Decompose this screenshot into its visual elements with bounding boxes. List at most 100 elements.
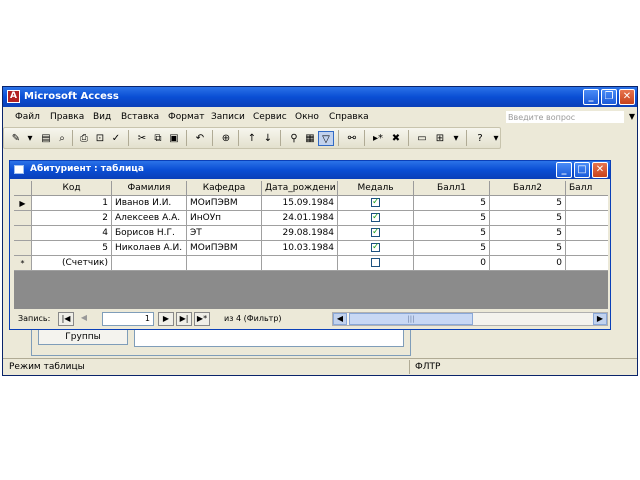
column-header-birthdate[interactable]: Дата_рождени xyxy=(262,181,338,196)
scroll-right-icon[interactable]: ▶ xyxy=(593,313,607,325)
medal-checkbox[interactable] xyxy=(371,241,380,254)
cell-score2[interactable]: 5 xyxy=(490,196,566,211)
find-icon[interactable]: ⚯ xyxy=(344,131,360,146)
cell-score1[interactable]: 0 xyxy=(414,256,490,271)
scroll-left-icon[interactable]: ◀ xyxy=(333,313,347,325)
cell-score3[interactable] xyxy=(566,226,608,241)
column-header-surname[interactable]: Фамилия xyxy=(112,181,187,196)
cell-score2[interactable]: 5 xyxy=(490,211,566,226)
menu-insert[interactable]: Вставка xyxy=(121,112,159,122)
filter-by-form-icon[interactable]: ▦ xyxy=(302,131,318,146)
column-header-score3[interactable]: Балл xyxy=(566,181,608,196)
cut-icon[interactable]: ✂ xyxy=(134,131,150,146)
cell-score1[interactable]: 5 xyxy=(414,211,490,226)
column-header-medal[interactable]: Медаль xyxy=(338,181,414,196)
cell-score2[interactable]: 5 xyxy=(490,241,566,256)
menu-format[interactable]: Формат xyxy=(168,112,205,122)
previous-record-button[interactable]: ◀ xyxy=(76,312,92,326)
new-record-icon[interactable]: ▸* xyxy=(370,131,386,146)
first-record-button[interactable]: |◀ xyxy=(58,312,74,326)
cell-score3[interactable] xyxy=(566,196,608,211)
medal-checkbox[interactable] xyxy=(371,258,380,267)
ask-dropdown-icon[interactable]: ▼ xyxy=(629,112,635,121)
cell-score3[interactable] xyxy=(566,241,608,256)
copy-icon[interactable]: ⧉ xyxy=(150,131,166,146)
last-record-button[interactable]: ▶| xyxy=(176,312,192,326)
next-record-button[interactable]: ▶ xyxy=(158,312,174,326)
cell-birthdate[interactable] xyxy=(262,256,338,271)
menu-window[interactable]: Окно xyxy=(295,112,319,122)
menu-view[interactable]: Вид xyxy=(93,112,111,122)
menu-tools[interactable]: Сервис xyxy=(253,112,287,122)
close-button[interactable]: ✕ xyxy=(619,89,635,105)
cell-score1[interactable]: 5 xyxy=(414,196,490,211)
restore-button[interactable]: ❐ xyxy=(601,89,617,105)
cell-department[interactable]: МОиПЭВМ xyxy=(187,196,262,211)
groups-button[interactable]: Группы xyxy=(38,329,128,345)
paste-icon[interactable]: ▣ xyxy=(166,131,182,146)
table-close-button[interactable]: ✕ xyxy=(592,162,608,178)
cell-birthdate[interactable]: 29.08.1984 xyxy=(262,226,338,241)
database-window-icon[interactable]: ▭ xyxy=(414,131,430,146)
cell-department[interactable]: МОиПЭВМ xyxy=(187,241,262,256)
filter-by-selection-icon[interactable]: ⚲ xyxy=(286,131,302,146)
menu-edit[interactable]: Правка xyxy=(50,112,84,122)
view-dropdown-icon[interactable]: ▾ xyxy=(22,131,38,146)
cell-code-autonumber[interactable]: (Счетчик) xyxy=(32,256,112,271)
save-icon[interactable]: ▤ xyxy=(38,131,54,146)
cell-surname[interactable]: Николаев А.И. xyxy=(112,241,187,256)
row-selector[interactable]: ▶ xyxy=(14,196,32,211)
current-record-input[interactable]: 1 xyxy=(102,312,154,326)
cell-score3[interactable] xyxy=(566,211,608,226)
cell-code[interactable]: 1 xyxy=(32,196,112,211)
cell-code[interactable]: 2 xyxy=(32,211,112,226)
medal-checkbox[interactable] xyxy=(371,196,380,209)
column-header-score2[interactable]: Балл2 xyxy=(490,181,566,196)
cell-score2[interactable]: 0 xyxy=(490,256,566,271)
menu-records[interactable]: Записи xyxy=(211,112,245,122)
cell-surname[interactable] xyxy=(112,256,187,271)
cell-birthdate[interactable]: 10.03.1984 xyxy=(262,241,338,256)
medal-checkbox[interactable] xyxy=(371,211,380,224)
sort-ascending-icon[interactable]: ↑ xyxy=(244,131,260,146)
row-selector[interactable] xyxy=(14,211,32,226)
table-minimize-button[interactable]: _ xyxy=(556,162,572,178)
column-header-score1[interactable]: Балл1 xyxy=(414,181,490,196)
search-file-icon[interactable]: ⌕ xyxy=(54,131,70,146)
new-object-dropdown-icon[interactable]: ▾ xyxy=(448,131,464,146)
cell-birthdate[interactable]: 24.01.1984 xyxy=(262,211,338,226)
help-icon[interactable]: ? xyxy=(472,131,488,146)
new-row-selector[interactable]: * xyxy=(14,256,32,271)
new-object-icon[interactable]: ⊞ xyxy=(432,131,448,146)
cell-department[interactable]: ИнОУп xyxy=(187,211,262,226)
sort-descending-icon[interactable]: ↓ xyxy=(260,131,276,146)
cell-code[interactable]: 4 xyxy=(32,226,112,241)
cell-score2[interactable]: 5 xyxy=(490,226,566,241)
cell-department[interactable]: ЭТ xyxy=(187,226,262,241)
toolbar-options-icon[interactable]: ▾ xyxy=(488,131,504,146)
cell-birthdate[interactable]: 15.09.1984 xyxy=(262,196,338,211)
scroll-thumb[interactable]: ||| xyxy=(349,313,473,325)
ask-question-box[interactable]: Введите вопрос xyxy=(505,110,625,124)
undo-icon[interactable]: ↶ xyxy=(192,131,208,146)
cell-surname[interactable]: Иванов И.И. xyxy=(112,196,187,211)
spelling-icon[interactable]: ✓ xyxy=(108,131,124,146)
minimize-button[interactable]: _ xyxy=(583,89,599,105)
table-maximize-button[interactable]: □ xyxy=(574,162,590,178)
column-header-department[interactable]: Кафедра xyxy=(187,181,262,196)
cell-surname[interactable]: Алексеев А.А. xyxy=(112,211,187,226)
hyperlink-icon[interactable]: ⊕ xyxy=(218,131,234,146)
horizontal-scrollbar[interactable]: ◀ ||| ▶ xyxy=(332,312,608,326)
column-header-code[interactable]: Код xyxy=(32,181,112,196)
menu-file[interactable]: Файл xyxy=(15,112,40,122)
print-preview-icon[interactable]: ⊡ xyxy=(92,131,108,146)
print-icon[interactable]: ⎙ xyxy=(76,131,92,146)
cell-score1[interactable]: 5 xyxy=(414,226,490,241)
menu-help[interactable]: Справка xyxy=(329,112,369,122)
cell-department[interactable] xyxy=(187,256,262,271)
cell-score1[interactable]: 5 xyxy=(414,241,490,256)
row-selector[interactable] xyxy=(14,241,32,256)
delete-record-icon[interactable]: ✖ xyxy=(388,131,404,146)
cell-surname[interactable]: Борисов Н.Г. xyxy=(112,226,187,241)
cell-code[interactable]: 5 xyxy=(32,241,112,256)
